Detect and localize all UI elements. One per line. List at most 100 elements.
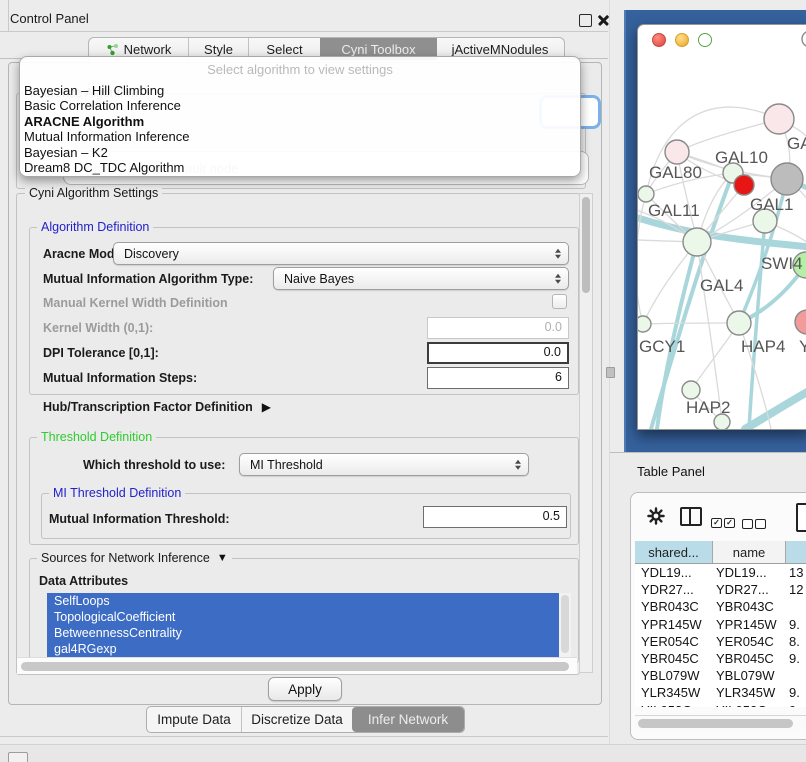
sources-collapser[interactable]: Sources for Network Inference ▼ [37,551,232,565]
select-checkboxes-icon[interactable]: ✓✓ [711,512,735,530]
expand-right-icon[interactable]: ▶ [262,400,271,414]
table-horizontal-scrollbar[interactable] [635,715,806,730]
stepper-arrows-icon [515,459,521,470]
algorithm-option-basic-correlation[interactable]: Basic Correlation Inference [20,98,580,113]
threshold-definition-title: Threshold Definition [37,430,156,444]
table-row[interactable]: YBL079W YBL079W [635,667,806,684]
minimize-window-icon[interactable] [675,33,689,47]
zoom-window-icon[interactable] [698,33,712,47]
table-toolbar: ✓✓ ✓✓ [631,493,806,540]
table-row[interactable]: YLR345W YLR345W 9. [635,684,806,701]
cyni-toolbox-content: Inference Algorithm galFiltered.sif defa… [8,62,602,705]
scrollbar-thumb[interactable] [638,719,793,728]
list-vertical-scrollbar[interactable] [559,593,571,658]
list-item-topologicalcoefficient[interactable]: TopologicalCoefficient [47,609,564,625]
scrollbar-thumb[interactable] [21,662,569,671]
algorithm-option-dream8[interactable]: Dream8 DC_TDC Algorithm [20,160,580,175]
algorithm-option-bayesian-hill-climbing[interactable]: Bayesian – Hill Climbing [20,83,580,98]
apply-button[interactable]: Apply [268,677,342,701]
control-panel-left-notch [8,0,9,31]
data-attributes-list[interactable]: SelfLoops TopologicalCoefficient Between… [47,593,571,658]
list-item-betweennesscentrality[interactable]: BetweennessCentrality [47,625,564,641]
function-builder-icon[interactable] [796,503,806,532]
scrollbar-thumb[interactable] [582,197,590,293]
algorithm-option-mutual-information[interactable]: Mutual Information Inference [20,129,580,144]
network-node-gcy1[interactable] [638,316,651,332]
cyni-bottom-tabs: Impute Data Discretize Data Infer Networ… [146,706,465,733]
network-node[interactable] [802,31,806,47]
table-header: shared... name [635,541,806,564]
network-node-gal[interactable] [764,104,794,134]
clear-checkboxes-icon[interactable]: ✓✓ [742,513,766,531]
mi-steps-input[interactable]: 6 [427,367,569,389]
close-window-icon[interactable] [652,33,666,47]
scrollbar-thumb[interactable] [561,595,569,653]
network-node-hap4[interactable] [727,311,751,335]
column-header-name[interactable]: name [713,541,786,563]
hub-factor-expander[interactable]: Hub/Transcription Factor Definition ▶ [43,400,271,414]
algorithm-option-aracne[interactable]: ARACNE Algorithm [20,114,580,129]
dpi-tolerance-input[interactable]: 0.0 [427,342,569,364]
tab-impute-data[interactable]: Impute Data [147,707,241,732]
mi-algorithm-type-label: Mutual Information Algorithm Type: [43,272,253,286]
table-row[interactable]: YBR045C YBR045C 9. [635,650,806,667]
mi-algorithm-type-select[interactable]: Naive Bayes [273,267,569,290]
list-item-gal4rgexp[interactable]: gal4RGexp [47,641,564,657]
manual-kernel-width-label: Manual Kernel Width Definition [43,296,228,310]
node-label: GAL10 [715,148,768,167]
network-node-gal80[interactable] [665,140,689,164]
panel-title: Control Panel [10,11,89,26]
network-node-hap2[interactable] [682,381,700,399]
node-label: GAL11 [648,201,700,220]
algorithm-option-bayesian-k2[interactable]: Bayesian – K2 [20,145,580,160]
tab-infer-network[interactable]: Infer Network [352,707,464,732]
float-panel-button[interactable] [579,14,592,27]
list-item-selfloops[interactable]: SelfLoops [47,593,564,609]
kernel-width-input[interactable]: 0.0 [427,317,569,339]
splitter-handle[interactable] [606,367,615,378]
column-header-shared[interactable]: shared... [635,541,713,563]
table-row[interactable]: YER054C YER054C 8. [635,633,806,650]
aracne-mode-select[interactable]: Discovery [113,242,569,265]
tab-discretize-data[interactable]: Discretize Data [242,707,352,732]
table-row[interactable]: YBR043C YBR043C [635,598,806,615]
node-label: HAP4 [741,337,785,356]
network-node-gal4[interactable] [683,228,711,256]
data-attributes-label: Data Attributes [39,574,128,588]
gear-icon[interactable] [647,507,665,530]
table-row[interactable]: YPR145W YPR145W 9. [635,616,806,633]
node-label: Y [799,337,806,356]
network-view-window[interactable]: GALGAL80GAL10GAL11GAL1GAL4SWI4GCY1HAP4YH… [637,24,806,430]
network-node-gal11[interactable] [638,186,654,202]
mi-threshold-input[interactable]: 0.5 [423,506,567,528]
network-node[interactable] [714,414,730,429]
node-label: GAL80 [649,163,702,182]
mi-threshold-label: Mutual Information Threshold: [49,512,230,526]
mi-steps-label: Mutual Information Steps: [43,371,197,385]
network-node-y[interactable] [795,310,806,334]
control-panel-bottom-edge [0,736,608,737]
dpi-tolerance-label: DPI Tolerance [0,1]: [43,346,159,360]
collapsed-panel-button[interactable] [8,752,28,762]
table-window: ✓✓ ✓✓ shared... name YDL19... YDL19... 1… [630,492,806,740]
titlebar-divider [0,31,608,32]
node-label: SWI4 [761,254,803,273]
status-bar [0,744,806,762]
settings-vertical-scrollbar[interactable] [579,193,593,673]
settings-horizontal-scrollbar[interactable] [17,657,577,674]
node-label: GAL4 [700,276,743,295]
column-selector-icon[interactable] [680,507,702,526]
manual-kernel-width-checkbox[interactable] [552,294,567,309]
which-threshold-select[interactable]: MI Threshold [239,453,529,476]
network-node[interactable] [734,175,754,195]
kernel-width-label: Kernel Width (0,1): [43,321,153,335]
table-row[interactable]: YDR27... YDR27... 12 [635,581,806,598]
algorithm-dropdown-popup: Select algorithm to view settings Bayesi… [19,56,581,177]
collapse-down-icon[interactable]: ▼ [217,552,228,564]
network-canvas[interactable]: GALGAL80GAL10GAL11GAL1GAL4SWI4GCY1HAP4YH… [638,25,806,429]
column-header-clipped[interactable] [786,541,806,563]
network-frame[interactable]: GALGAL80GAL10GAL11GAL1GAL4SWI4GCY1HAP4YH… [624,10,806,452]
network-node[interactable] [771,163,803,195]
table-row[interactable]: YDL19... YDL19... 13 [635,564,806,581]
table-row[interactable]: YIL052C YIL052C 9. [635,702,806,708]
